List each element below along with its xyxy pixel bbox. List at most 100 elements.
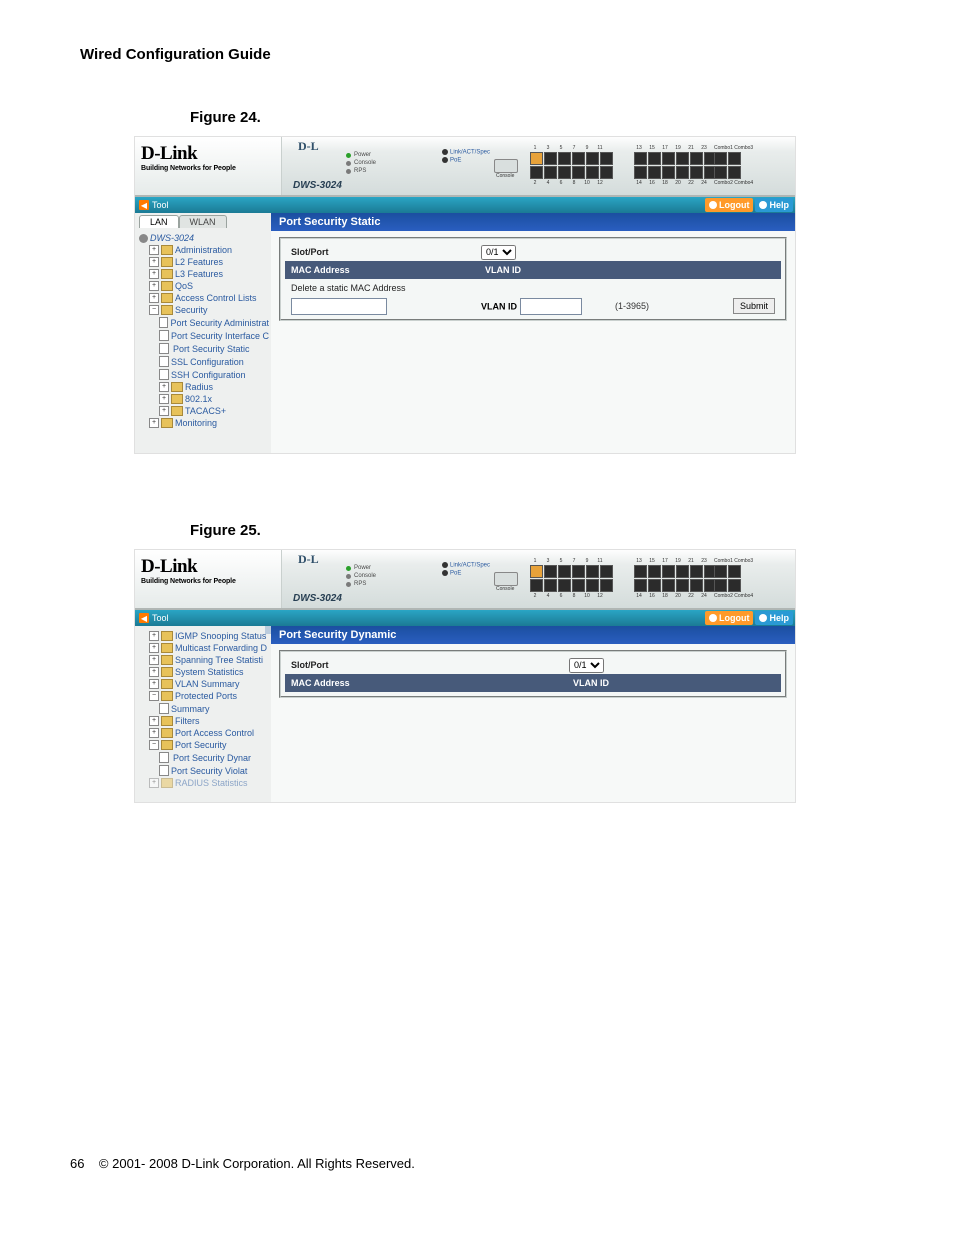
expand-icon[interactable]: + bbox=[149, 245, 159, 255]
doc-icon bbox=[159, 317, 168, 328]
expand-icon[interactable]: + bbox=[149, 293, 159, 303]
combo-block: Combo1 Combo3 Combo2 Combo4 bbox=[714, 145, 753, 186]
tree-l2-features[interactable]: +L2 Features bbox=[139, 256, 269, 268]
tree-tacacs[interactable]: +TACACS+ bbox=[139, 405, 269, 417]
tree-ssh-config[interactable]: SSH Configuration bbox=[139, 368, 269, 381]
sidebar: +IGMP Snooping Status +Multicast Forward… bbox=[135, 626, 271, 802]
scrollbar-icon[interactable] bbox=[265, 626, 271, 634]
tree-qos[interactable]: +QoS bbox=[139, 280, 269, 292]
led-power-icon bbox=[346, 566, 351, 571]
folder-icon bbox=[161, 716, 173, 726]
folder-icon bbox=[161, 257, 173, 267]
figure24-caption: Figure 24. bbox=[190, 109, 884, 126]
collapse-icon[interactable]: − bbox=[149, 305, 159, 315]
config-panel: Slot/Port 0/1 MAC Address VLAN ID bbox=[279, 650, 787, 698]
tree-security[interactable]: −Security bbox=[139, 304, 269, 316]
expand-icon[interactable]: + bbox=[149, 281, 159, 291]
expand-icon[interactable]: + bbox=[149, 418, 159, 428]
folder-icon bbox=[161, 643, 173, 653]
port-block-2: 131517192123 141618202224 bbox=[634, 145, 717, 186]
tree-root[interactable]: DWS-3024 bbox=[139, 232, 269, 244]
expand-icon[interactable]: + bbox=[149, 269, 159, 279]
expand-icon[interactable]: + bbox=[149, 631, 159, 641]
tree-radius-stats[interactable]: +RADIUS Statistics bbox=[139, 777, 269, 789]
led-rps-label: RPS bbox=[354, 167, 366, 175]
help-button[interactable]: Help bbox=[755, 611, 793, 625]
tree-port-security-dynamic[interactable]: Port Security Dynar bbox=[139, 751, 269, 764]
tool-menu[interactable]: ◀ Tool bbox=[135, 200, 169, 210]
folder-icon bbox=[161, 281, 173, 291]
device-icon bbox=[139, 234, 148, 243]
tool-menu[interactable]: ◀ Tool bbox=[135, 613, 169, 623]
expand-icon[interactable]: + bbox=[149, 643, 159, 653]
poe-icon bbox=[442, 570, 448, 576]
expand-icon[interactable]: + bbox=[149, 778, 159, 788]
console-port-label: Console bbox=[496, 173, 514, 179]
tree-administration[interactable]: +Administration bbox=[139, 244, 269, 256]
expand-icon[interactable]: + bbox=[159, 394, 169, 404]
tree-ssl-config[interactable]: SSL Configuration bbox=[139, 355, 269, 368]
tree-system-stats[interactable]: +System Statistics bbox=[139, 666, 269, 678]
expand-icon[interactable]: + bbox=[149, 679, 159, 689]
tree-port-security-violation[interactable]: Port Security Violat bbox=[139, 764, 269, 777]
page-footer: 66 © 2001- 2008 D-Link Corporation. All … bbox=[70, 1156, 415, 1171]
expand-icon[interactable]: + bbox=[149, 667, 159, 677]
tree-port-security-static[interactable]: Port Security Static bbox=[139, 342, 269, 355]
tree-port-security-admin[interactable]: Port Security Administrat bbox=[139, 316, 269, 329]
tree-pp-summary[interactable]: Summary bbox=[139, 702, 269, 715]
vlan-range: (1-3965) bbox=[611, 301, 705, 311]
folder-icon bbox=[161, 740, 173, 750]
tree-multicast-fwd[interactable]: +Multicast Forwarding D bbox=[139, 642, 269, 654]
expand-icon[interactable]: + bbox=[149, 716, 159, 726]
tree-monitoring[interactable]: +Monitoring bbox=[139, 417, 269, 429]
tree-8021x[interactable]: +802.1x bbox=[139, 393, 269, 405]
doc-title: Wired Configuration Guide bbox=[80, 46, 884, 63]
brand-logo: D-Link bbox=[141, 143, 277, 165]
folder-icon bbox=[161, 245, 173, 255]
tree-igmp-snooping[interactable]: +IGMP Snooping Status bbox=[139, 630, 269, 642]
slotport-label: Slot/Port bbox=[285, 247, 481, 257]
logout-button[interactable]: Logout bbox=[705, 198, 754, 212]
sidebar: LAN WLAN DWS-3024 +Administration +L2 Fe… bbox=[135, 213, 271, 453]
tree-port-security[interactable]: −Port Security bbox=[139, 739, 269, 751]
folder-icon bbox=[161, 778, 173, 788]
led-power-label: Power bbox=[354, 564, 371, 572]
tool-label: Tool bbox=[152, 613, 169, 623]
tree-stp-stats[interactable]: +Spanning Tree Statisti bbox=[139, 654, 269, 666]
tree-radius[interactable]: +Radius bbox=[139, 381, 269, 393]
expand-icon[interactable]: + bbox=[149, 655, 159, 665]
tree-acl[interactable]: +Access Control Lists bbox=[139, 292, 269, 304]
device-top-label: D-L bbox=[298, 139, 319, 154]
device-top-label: D-L bbox=[298, 552, 319, 567]
vlan-label-2: VLAN ID bbox=[481, 301, 517, 311]
collapse-icon[interactable]: − bbox=[149, 691, 159, 701]
logout-button[interactable]: Logout bbox=[705, 611, 754, 625]
expand-icon[interactable]: + bbox=[149, 728, 159, 738]
tree-port-security-interface[interactable]: Port Security Interface C bbox=[139, 329, 269, 342]
tree-port-access-control[interactable]: +Port Access Control bbox=[139, 727, 269, 739]
mac-header: MAC Address bbox=[285, 678, 569, 688]
slotport-select[interactable]: 0/1 bbox=[569, 658, 604, 673]
tab-wlan[interactable]: WLAN bbox=[179, 215, 227, 228]
linkact-icon bbox=[442, 149, 448, 155]
tree-filters[interactable]: +Filters bbox=[139, 715, 269, 727]
help-button[interactable]: Help bbox=[755, 198, 793, 212]
port-block-2: 131517192123 141618202224 bbox=[634, 558, 717, 599]
led-power-label: Power bbox=[354, 151, 371, 159]
tree-protected-ports[interactable]: −Protected Ports bbox=[139, 690, 269, 702]
expand-icon[interactable]: + bbox=[149, 257, 159, 267]
collapse-icon[interactable]: − bbox=[149, 740, 159, 750]
tree-l3-features[interactable]: +L3 Features bbox=[139, 268, 269, 280]
tree-vlan-summary[interactable]: +VLAN Summary bbox=[139, 678, 269, 690]
panel-title: Port Security Dynamic bbox=[271, 626, 795, 644]
tab-lan[interactable]: LAN bbox=[139, 215, 179, 228]
folder-icon bbox=[171, 406, 183, 416]
submit-button[interactable]: Submit bbox=[733, 298, 775, 314]
slotport-select[interactable]: 0/1 bbox=[481, 245, 516, 260]
vlan-input[interactable] bbox=[520, 298, 582, 315]
led-power-icon bbox=[346, 153, 351, 158]
expand-icon[interactable]: + bbox=[159, 382, 169, 392]
expand-icon[interactable]: + bbox=[159, 406, 169, 416]
mac-input[interactable] bbox=[291, 298, 387, 315]
led-rps-icon bbox=[346, 582, 351, 587]
